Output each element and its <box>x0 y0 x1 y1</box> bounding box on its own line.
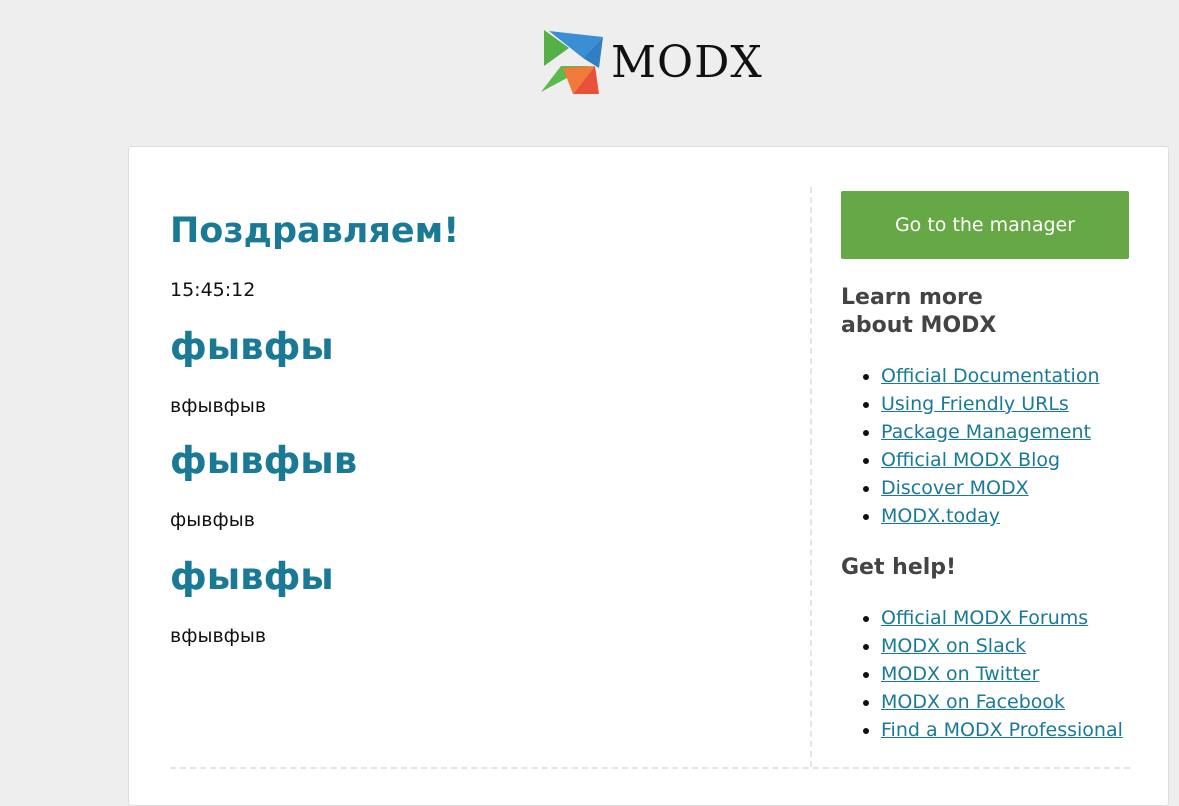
get-help-heading: Get help! <box>841 555 957 580</box>
list-item: Official MODX Blog <box>881 446 1131 474</box>
list-item: Discover MODX <box>881 474 1131 502</box>
header: MODX <box>0 0 1179 146</box>
link-modx-blog[interactable]: Official MODX Blog <box>881 449 1060 471</box>
list-item: Official Documentation <box>881 362 1131 390</box>
learn-links-list: Official Documentation Using Friendly UR… <box>841 362 1131 530</box>
page-title: Поздравляем! <box>170 211 460 251</box>
section-text-1: вфывфыв <box>170 395 267 417</box>
go-to-manager-button[interactable]: Go to the manager <box>841 191 1129 259</box>
section-text-2: фывфыв <box>170 509 255 531</box>
list-item: MODX.today <box>881 502 1131 530</box>
link-official-documentation[interactable]: Official Documentation <box>881 365 1099 387</box>
link-modx-forums[interactable]: Official MODX Forums <box>881 607 1088 629</box>
content-card: Поздравляем! 15:45:12 фывфы вфывфыв фывф… <box>128 146 1169 806</box>
list-item: Using Friendly URLs <box>881 390 1131 418</box>
time-text: 15:45:12 <box>170 279 256 301</box>
list-item: MODX on Slack <box>881 632 1131 660</box>
link-modx-facebook[interactable]: MODX on Facebook <box>881 691 1065 713</box>
section-heading-3: фывфы <box>170 555 334 598</box>
link-modx-twitter[interactable]: MODX on Twitter <box>881 663 1039 685</box>
sidebar: Go to the manager Learn more about MODX … <box>841 191 1131 744</box>
list-item: MODX on Facebook <box>881 688 1131 716</box>
link-discover-modx[interactable]: Discover MODX <box>881 477 1029 499</box>
list-item: MODX on Twitter <box>881 660 1131 688</box>
modx-logo-link[interactable]: MODX <box>539 28 763 98</box>
link-modx-slack[interactable]: MODX on Slack <box>881 635 1026 657</box>
learn-more-heading: Learn more about MODX <box>841 285 997 338</box>
help-links-list: Official MODX Forums MODX on Slack MODX … <box>841 604 1131 744</box>
main-content: Поздравляем! 15:45:12 фывфы вфывфыв фывф… <box>170 187 812 767</box>
modx-logo-text: MODX <box>611 37 763 88</box>
list-item: Package Management <box>881 418 1131 446</box>
section-heading-1: фывфы <box>170 325 334 368</box>
link-friendly-urls[interactable]: Using Friendly URLs <box>881 393 1069 415</box>
list-item: Official MODX Forums <box>881 604 1131 632</box>
section-text-3: вфывфыв <box>170 625 267 647</box>
link-modx-professional[interactable]: Find a MODX Professional <box>881 719 1123 741</box>
list-item: Find a MODX Professional <box>881 716 1131 744</box>
section-heading-2: фывфыв <box>170 439 358 482</box>
link-package-management[interactable]: Package Management <box>881 421 1091 443</box>
modx-logo-icon <box>539 28 605 98</box>
link-modx-today[interactable]: MODX.today <box>881 505 1000 527</box>
divider <box>170 767 1130 769</box>
